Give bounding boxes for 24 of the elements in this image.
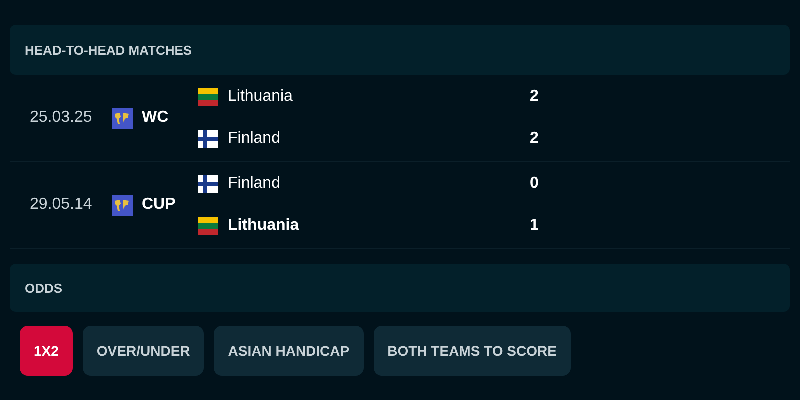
flag-icon [198, 175, 218, 193]
match-date: 29.05.14 [30, 196, 94, 214]
flag-icon [198, 217, 218, 235]
team-name: Finland [228, 130, 282, 148]
team-name: Finland [228, 175, 282, 193]
team-name: Lithuania [228, 217, 300, 235]
team-score: 0 [530, 175, 539, 193]
team-score: 2 [530, 88, 539, 106]
team-score: 1 [530, 217, 539, 235]
competition-name: WC [142, 109, 169, 127]
market-tab[interactable]: 1X2 [20, 326, 73, 376]
section-title: HEAD-TO-HEAD MATCHES [25, 42, 192, 58]
flag-icon [198, 88, 218, 106]
competition-name: CUP [142, 196, 176, 214]
globe-icon [112, 194, 133, 216]
flag-icon [198, 130, 218, 148]
market-tab[interactable]: BOTH TEAMS TO SCORE [374, 326, 571, 376]
market-tab[interactable]: ASIAN HANDICAP [214, 326, 364, 376]
market-tab[interactable]: OVER/UNDER [82, 326, 204, 376]
globe-icon [112, 108, 133, 128]
match-date: 25.03.25 [30, 109, 94, 127]
section-title: ODDS [25, 280, 63, 296]
team-score: 2 [530, 130, 539, 148]
team-name: Lithuania [228, 88, 294, 106]
